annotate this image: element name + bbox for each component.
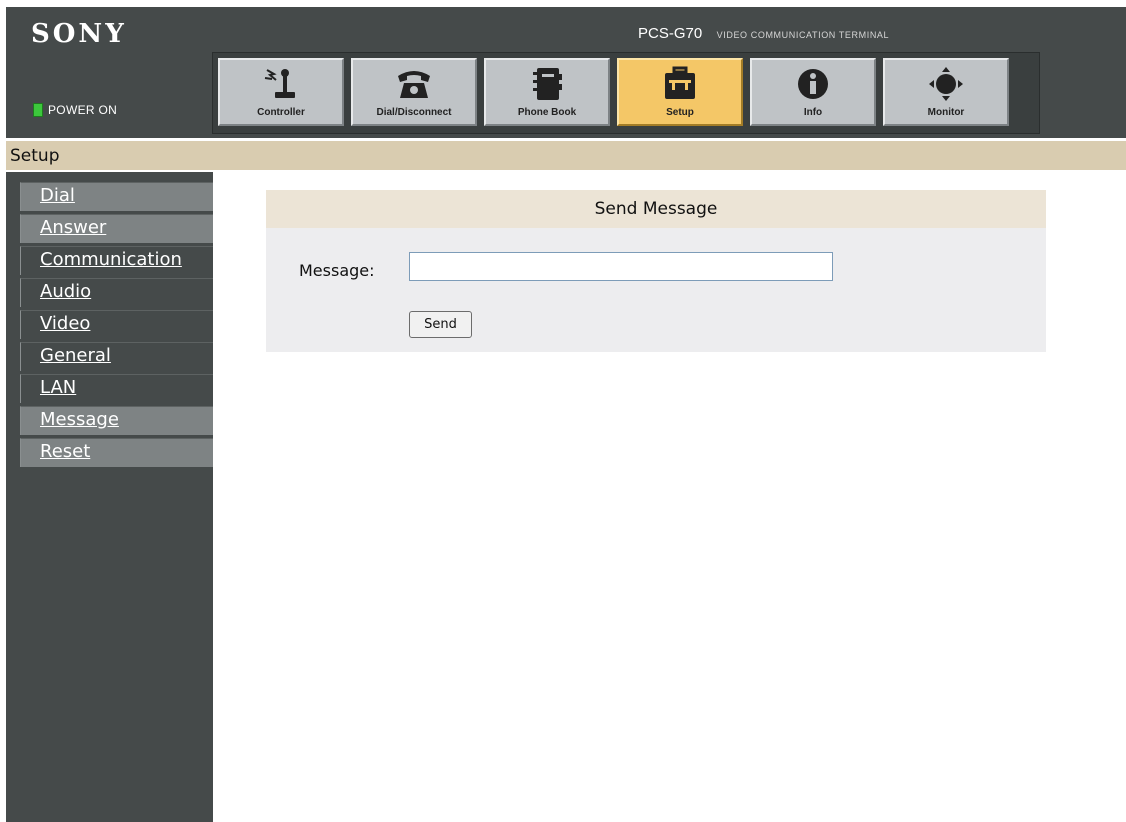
sidebar-item-audio[interactable]: Audio bbox=[20, 278, 213, 307]
sidebar-item-reset[interactable]: Reset bbox=[20, 438, 213, 467]
tab-label: Info bbox=[803, 107, 823, 118]
tab-setup[interactable]: Setup bbox=[617, 58, 743, 126]
sidebar-link-video[interactable]: Video bbox=[40, 313, 90, 334]
monitor-arrows-icon bbox=[926, 66, 966, 102]
send-message-panel: Send Message Message: Send bbox=[266, 190, 1046, 352]
tab-phone-book[interactable]: Phone Book bbox=[484, 58, 610, 126]
telephone-icon bbox=[394, 66, 434, 102]
model-subtitle: VIDEO COMMUNICATION TERMINAL bbox=[716, 30, 890, 40]
tab-label: Controller bbox=[257, 107, 305, 118]
sidebar-link-communication[interactable]: Communication bbox=[40, 249, 182, 270]
sidebar-link-general[interactable]: General bbox=[40, 345, 111, 366]
message-label: Message: bbox=[299, 261, 375, 280]
sidebar-item-dial[interactable]: Dial bbox=[20, 182, 213, 211]
joystick-icon bbox=[261, 66, 301, 102]
sidebar-link-dial[interactable]: Dial bbox=[40, 185, 75, 206]
model-name: PCS-G70 bbox=[638, 25, 703, 42]
model-title: PCS-G70 VIDEO COMMUNICATION TERMINAL bbox=[638, 25, 889, 43]
tab-label: Dial/Disconnect bbox=[376, 107, 452, 118]
tab-info[interactable]: Info bbox=[750, 58, 876, 126]
tab-controller[interactable]: Controller bbox=[218, 58, 344, 126]
info-icon bbox=[793, 66, 833, 102]
header: SONY POWER ON PCS-G70 VIDEO COMMUNICATIO… bbox=[6, 7, 1126, 138]
power-led-icon bbox=[33, 103, 43, 117]
app-window: SONY POWER ON PCS-G70 VIDEO COMMUNICATIO… bbox=[6, 7, 1126, 822]
main-toolbar: Controller Dial/Disconnect Phone Book Se… bbox=[212, 52, 1040, 134]
sidebar-link-answer[interactable]: Answer bbox=[40, 217, 106, 238]
sidebar-item-video[interactable]: Video bbox=[20, 310, 213, 339]
panel-header: Send Message bbox=[266, 190, 1046, 228]
sidebar-item-answer[interactable]: Answer bbox=[20, 214, 213, 243]
sidebar-link-lan[interactable]: LAN bbox=[40, 377, 76, 398]
power-label: POWER ON bbox=[48, 103, 118, 117]
tab-monitor[interactable]: Monitor bbox=[883, 58, 1009, 126]
brand-logo: SONY bbox=[31, 19, 127, 49]
page-title-bar: Setup bbox=[6, 141, 1126, 170]
sidebar-item-general[interactable]: General bbox=[20, 342, 213, 371]
panel-title: Send Message bbox=[594, 199, 718, 219]
sidebar-item-message[interactable]: Message bbox=[20, 406, 213, 435]
power-status: POWER ON bbox=[33, 103, 117, 117]
tab-label: Phone Book bbox=[517, 107, 577, 118]
sidebar-item-lan[interactable]: LAN bbox=[20, 374, 213, 403]
tab-dial-disconnect[interactable]: Dial/Disconnect bbox=[351, 58, 477, 126]
sidebar-link-audio[interactable]: Audio bbox=[40, 281, 91, 302]
phone-book-icon bbox=[527, 66, 567, 102]
tab-label: Setup bbox=[666, 107, 694, 118]
page-title: Setup bbox=[10, 146, 60, 166]
sidebar-link-reset[interactable]: Reset bbox=[40, 441, 90, 462]
tab-label: Monitor bbox=[927, 107, 965, 118]
sidebar-item-communication[interactable]: Communication bbox=[20, 246, 213, 275]
message-input[interactable] bbox=[409, 252, 833, 281]
send-button[interactable]: Send bbox=[409, 311, 472, 338]
sidebar-link-message[interactable]: Message bbox=[40, 409, 119, 430]
sidebar: Dial Answer Communication Audio Video Ge… bbox=[6, 172, 213, 822]
toolbox-icon bbox=[660, 66, 700, 102]
